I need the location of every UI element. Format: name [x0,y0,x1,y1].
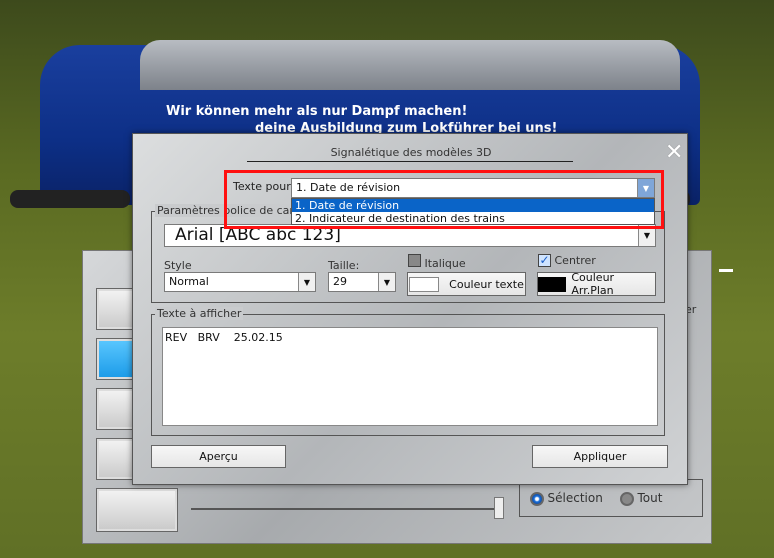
preview-button[interactable]: Aperçu [151,445,286,468]
style-label: Style [164,259,192,272]
radio-on-icon [530,492,544,506]
bg-color-button[interactable]: Couleur Arr.Plan [537,271,656,297]
text-area[interactable]: REV BRV 25.02.15 [162,327,658,426]
text-group-label: Texte à afficher [155,307,244,320]
checkbox-checked-icon: ✓ [538,253,551,267]
slider-track[interactable] [191,508,501,510]
italic-label: Italique [424,257,466,270]
size-label: Taille: [328,259,360,272]
size-value: 29 [333,275,347,288]
style-select[interactable]: Normal ▼ [164,272,316,292]
bg-color-label: Couleur Arr.Plan [571,271,615,297]
chevron-down-icon: ▼ [298,273,315,291]
locomotive-roof [140,40,680,90]
slider-handle[interactable] [494,497,504,519]
text-group: Texte à afficher REV BRV 25.02.15 [151,307,665,436]
bg-color-swatch [538,276,567,292]
text-color-button[interactable]: Couleur texte [407,272,526,296]
center-checkbox[interactable]: ✓ Centrer [538,254,596,267]
radio-selection[interactable]: Sélection [530,491,603,506]
apply-button[interactable]: Appliquer [532,445,668,468]
text-color-label: Couleur texte [449,277,524,291]
radio-label: Tout [637,491,663,505]
checkbox-unchecked-icon [408,254,421,267]
center-label: Centrer [554,254,596,267]
close-icon[interactable]: ✕ [665,140,683,165]
size-select[interactable]: 29 ▼ [328,272,396,292]
highlight-box [224,170,664,229]
text-color-swatch [409,276,440,292]
italic-checkbox[interactable]: Italique [408,254,466,270]
minimize-icon[interactable] [719,269,733,272]
tool-button-5[interactable] [96,488,178,532]
bogie [10,190,130,208]
radio-label: Sélection [547,491,603,505]
title-underline [247,161,573,162]
slogan-line1: Wir können mehr als nur Dampf machen! [166,104,468,119]
radio-all[interactable]: Tout [620,491,662,506]
dialog-title: Signalétique des modèles 3D [330,146,492,159]
chevron-down-icon: ▼ [378,273,395,291]
style-value: Normal [169,275,209,288]
radio-off-icon [620,492,634,506]
